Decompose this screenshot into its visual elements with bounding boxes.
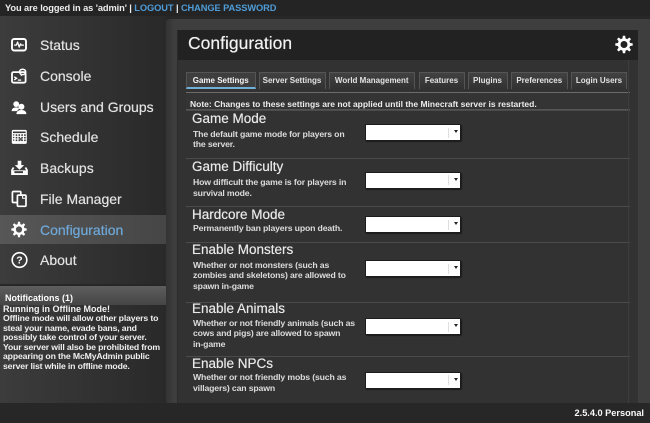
svg-text:?: ? (16, 255, 22, 267)
